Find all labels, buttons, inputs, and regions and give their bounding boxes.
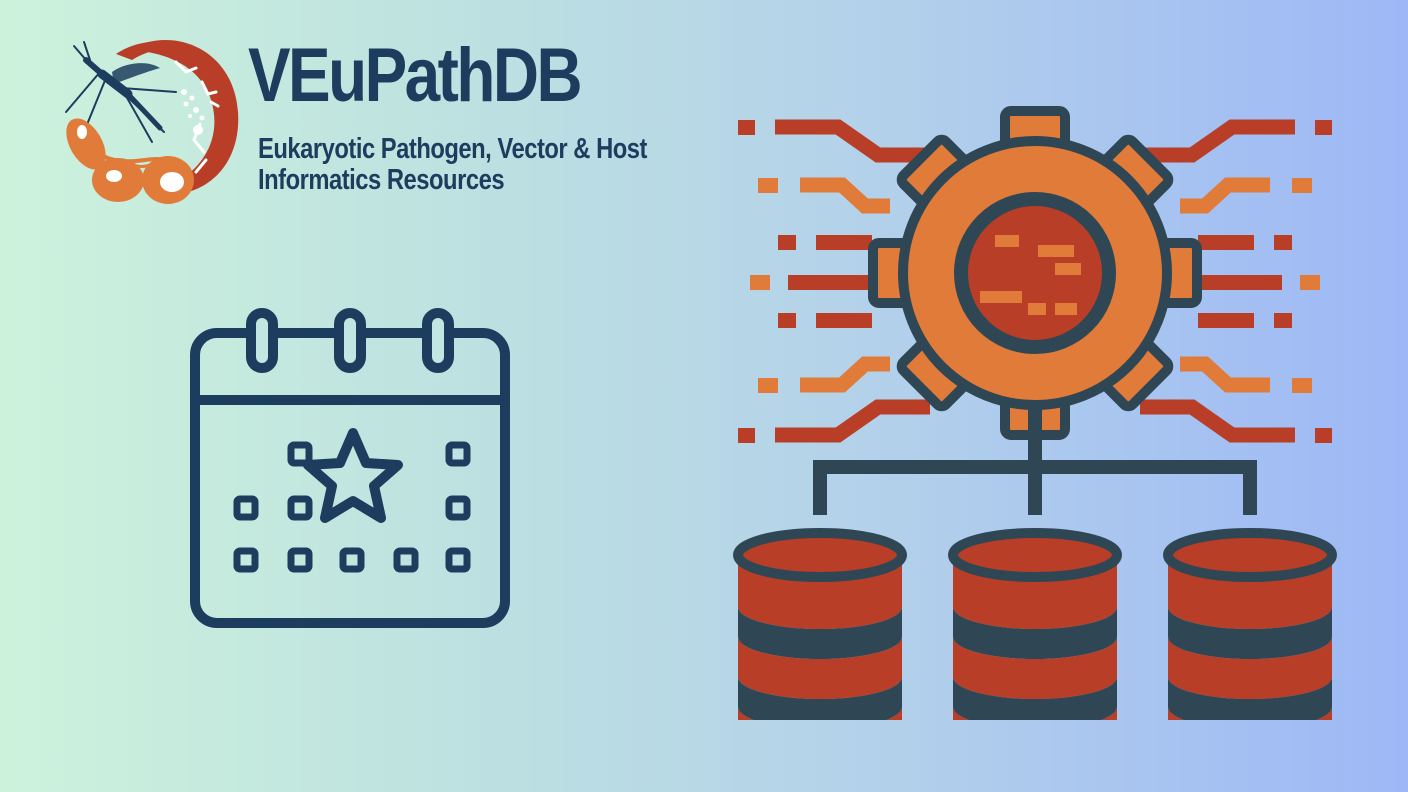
brand-tagline: Eukaryotic Pathogen, Vector & Host Infor… bbox=[258, 134, 647, 196]
brand-name: VEuPathDB bbox=[248, 33, 583, 118]
brand-tagline-line1: Eukaryotic Pathogen, Vector & Host bbox=[258, 133, 647, 165]
brand-tagline-line2: Informatics Resources bbox=[258, 164, 505, 196]
calendar-star-icon bbox=[185, 305, 515, 635]
gear-database-icon bbox=[730, 105, 1340, 792]
veupathdb-logo-icon bbox=[56, 32, 241, 207]
